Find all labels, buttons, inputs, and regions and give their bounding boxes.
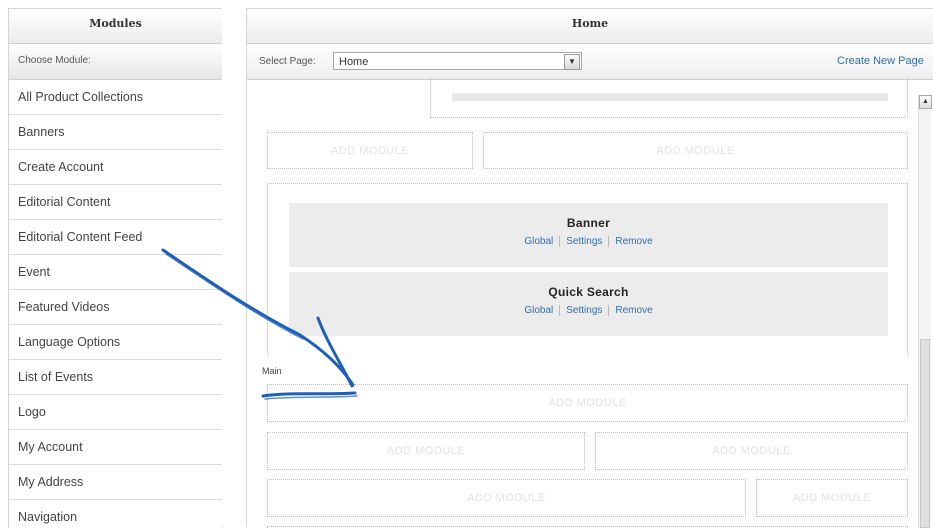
layout-canvas: ADD MODULE ADD MODULE Banner Global Setti… [247,77,933,528]
add-module-label: ADD MODULE [656,145,735,157]
module-item-my-account[interactable]: My Account [9,430,222,465]
select-page-dropdown[interactable]: Home ▼ [333,52,582,70]
chevron-down-icon[interactable]: ▼ [564,54,580,70]
global-link[interactable]: Global [518,236,559,247]
choose-module-label: Choose Module: [9,44,222,80]
module-title: Quick Search [548,285,629,299]
top-module-bar [452,93,888,101]
vertical-scrollbar[interactable]: ▲ [918,95,932,528]
add-module-label: ADD MODULE [548,397,627,409]
module-block-quick-search: Quick Search Global Settings Remove [289,272,888,336]
remove-link[interactable]: Remove [609,305,658,316]
panel-gutter [222,8,247,527]
modules-panel: Modules Choose Module: All Product Colle… [8,8,223,528]
selected-page-value: Home [339,56,369,68]
add-module-zone[interactable]: ADD MODULE [267,132,473,169]
module-item-list-of-events[interactable]: List of Events [9,360,222,395]
module-item-editorial-content[interactable]: Editorial Content [9,185,222,220]
settings-link[interactable]: Settings [560,305,608,316]
main-region-label: Main [262,366,282,376]
modules-panel-title: Modules [9,9,222,44]
module-item-featured-videos[interactable]: Featured Videos [9,290,222,325]
module-actions: Global Settings Remove [289,236,888,247]
module-block-banner: Banner Global Settings Remove [289,203,888,267]
scrollbar-thumb[interactable] [920,339,930,528]
page-panel: Home Select Page: Home ▼ Create New Page… [247,8,933,528]
module-item-event[interactable]: Event [9,255,222,290]
add-module-label: ADD MODULE [792,492,872,504]
module-item-banners[interactable]: Banners [9,115,222,150]
module-item-editorial-content-feed[interactable]: Editorial Content Feed [9,220,222,255]
global-link[interactable]: Global [518,305,559,316]
module-item-language-options[interactable]: Language Options [9,325,222,360]
module-title: Banner [566,216,611,230]
select-page-label: Select Page: [259,56,316,67]
module-item-all-product-collections[interactable]: All Product Collections [9,80,222,115]
select-page-bar: Select Page: Home ▼ Create New Page [247,44,933,80]
module-item-logo[interactable]: Logo [9,395,222,430]
module-item-my-address[interactable]: My Address [9,465,222,500]
add-module-label: ADD MODULE [712,445,791,457]
settings-link[interactable]: Settings [560,236,608,247]
page-title: Home [247,9,933,44]
module-actions: Global Settings Remove [289,305,888,316]
add-module-zone-main[interactable]: ADD MODULE [267,384,908,422]
add-module-zone[interactable]: ADD MODULE [267,432,585,470]
add-module-label: ADD MODULE [467,492,546,504]
add-module-label: ADD MODULE [330,145,410,157]
create-new-page-link[interactable]: Create New Page [837,55,924,67]
module-list: All Product Collections Banners Create A… [9,80,222,528]
chevron-up-icon[interactable]: ▲ [919,95,932,109]
add-module-zone[interactable]: ADD MODULE [483,132,908,169]
module-item-navigation[interactable]: Navigation [9,500,222,528]
remove-link[interactable]: Remove [609,236,658,247]
add-module-zone[interactable]: ADD MODULE [756,479,908,517]
add-module-zone[interactable]: ADD MODULE [595,432,908,470]
module-item-create-account[interactable]: Create Account [9,150,222,185]
add-module-zone[interactable]: ADD MODULE [267,479,746,517]
add-module-label: ADD MODULE [386,445,466,457]
